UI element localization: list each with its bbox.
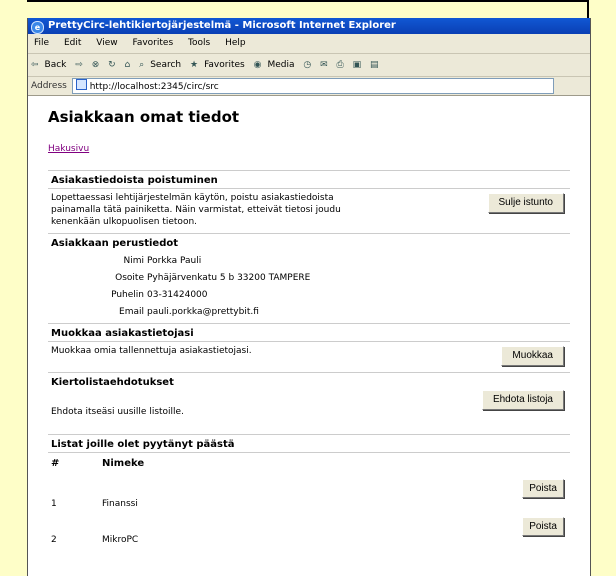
frame-right-line: [587, 0, 589, 18]
logout-section: Asiakastiedoista poistuminen Lopettaessa…: [48, 170, 570, 233]
search-icon[interactable]: ⌕: [136, 60, 147, 70]
address-url: http://localhost:2345/circ/src: [89, 81, 219, 92]
address-bar: Address http://localhost:2345/circ/src: [28, 77, 590, 96]
suggest-button[interactable]: Ehdota listoja: [481, 390, 564, 410]
logout-button[interactable]: Sulje istunto: [487, 193, 564, 213]
phone-label: Puhelin: [111, 290, 144, 300]
edit-heading: Muokkaa asiakastietojasi: [48, 324, 570, 342]
edit-page-icon[interactable]: ▣: [350, 60, 365, 70]
window-title: PrettyCirc-lehtikiertojärjestelmä - Micr…: [48, 20, 396, 31]
back-button[interactable]: Back: [42, 60, 70, 70]
frame-top-line: [27, 0, 589, 2]
menu-edit[interactable]: Edit: [58, 38, 87, 48]
suggest-heading: Kiertolistaehdotukset: [51, 377, 174, 388]
favorites-button[interactable]: Favorites: [201, 60, 248, 70]
page-title: Asiakkaan omat tiedot: [48, 108, 240, 126]
page-content: Asiakkaan omat tiedot Hakusivu Asiakasti…: [28, 96, 590, 545]
col-action-header: [328, 453, 570, 473]
home-icon[interactable]: ⌂: [122, 60, 134, 70]
menu-help[interactable]: Help: [219, 38, 252, 48]
address-label: Address: [31, 81, 67, 91]
info-row-address: Osoite Pyhäjärvenkatu 5 b 33200 TAMPERE: [48, 270, 570, 287]
basic-info-heading: Asiakkaan perustiedot: [51, 238, 179, 249]
stop-icon[interactable]: ⊗: [89, 60, 103, 70]
row-name: MikroPC: [102, 535, 139, 545]
table-row: 2 MikroPC Poista: [48, 513, 570, 545]
media-button[interactable]: Media: [264, 60, 297, 70]
forward-arrow-icon[interactable]: ⇨: [72, 60, 86, 70]
menu-bar: File Edit View Favorites Tools Help: [28, 34, 590, 54]
name-value: Porkka Pauli: [147, 256, 202, 266]
page-icon: [75, 78, 87, 90]
menu-view[interactable]: View: [90, 38, 123, 48]
logout-text: Lopettaessasi lehtijärjestelmän käytön, …: [51, 193, 341, 227]
ie-logo-icon: e: [31, 21, 44, 34]
basic-info-section: Asiakkaan perustiedot Nimi Porkka Pauli O…: [48, 233, 570, 321]
logout-heading: Asiakastiedoista poistuminen: [48, 171, 570, 189]
remove-button[interactable]: Poista: [522, 517, 564, 536]
info-row-name: Nimi Porkka Pauli: [48, 253, 570, 270]
row-number: 1: [51, 499, 57, 509]
back-arrow-icon[interactable]: ⇦: [28, 60, 42, 70]
menu-tools[interactable]: Tools: [182, 38, 216, 48]
basic-info-list: Nimi Porkka Pauli Osoite Pyhäjärvenkatu 5 …: [48, 251, 570, 321]
info-row-phone: Puhelin 03-31424000: [48, 287, 570, 304]
media-icon[interactable]: ◉: [251, 60, 265, 70]
browser-window: e PrettyCirc-lehtikiertojärjestelmä - Mic…: [27, 18, 591, 576]
search-page-link[interactable]: Hakusivu: [48, 144, 570, 158]
lists-section: Listat joille olet pyytänyt päästä # Nim…: [48, 434, 570, 545]
lists-table: # Nimeke 1 Finanssi Poista 2 MikroPC Poi…: [48, 453, 570, 545]
suggest-row: Ehdota itseäsi uusille listoille. Ehdota…: [48, 390, 570, 430]
logout-row: Lopettaessasi lehtijärjestelmän käytön, …: [48, 189, 570, 233]
history-icon[interactable]: ◷: [300, 60, 314, 70]
lists-heading: Listat joille olet pyytänyt päästä: [48, 435, 570, 453]
name-label: Nimi: [123, 256, 144, 266]
suggest-text: Ehdota itseäsi uusille listoille.: [51, 407, 184, 417]
edit-button[interactable]: Muokkaa: [501, 346, 564, 366]
remove-button[interactable]: Poista: [522, 479, 564, 498]
address-input[interactable]: http://localhost:2345/circ/src: [71, 77, 554, 94]
address-field-value: Pyhäjärvenkatu 5 b 33200 TAMPERE: [147, 273, 311, 283]
menu-favorites[interactable]: Favorites: [126, 38, 179, 48]
edit-section: Muokkaa asiakastietojasi Muokkaa omia ta…: [48, 323, 570, 372]
toolbar: ⇦ Back ⇨ ⊗ ↻ ⌂ ⌕ Search ★ Favorites ◉ Media …: [28, 54, 590, 77]
row-number: 2: [51, 535, 57, 545]
table-row: 1 Finanssi Poista: [48, 473, 570, 513]
mail-icon[interactable]: ✉: [317, 60, 331, 70]
address-field-label: Osoite: [115, 273, 144, 283]
phone-value: 03-31424000: [147, 290, 208, 300]
refresh-icon[interactable]: ↻: [105, 60, 119, 70]
print-icon[interactable]: ⎙: [334, 60, 347, 70]
row-name: Finanssi: [102, 499, 138, 509]
col-number-header: #: [51, 457, 60, 469]
favorites-icon[interactable]: ★: [187, 60, 201, 70]
discuss-icon[interactable]: ▤: [367, 60, 382, 70]
info-row-email: Email pauli.porkka@prettybit.fi: [48, 304, 570, 321]
suggest-section: Kiertolistaehdotukset Ehdota itseäsi uus…: [48, 372, 570, 430]
lists-header-row: # Nimeke: [48, 453, 570, 473]
title-bar: e PrettyCirc-lehtikiertojärjestelmä - Mic…: [28, 18, 590, 34]
email-label: Email: [119, 307, 144, 317]
edit-text: Muokkaa omia tallennettuja asiakastietoj…: [51, 346, 252, 356]
menu-file[interactable]: File: [28, 38, 55, 48]
search-button[interactable]: Search: [147, 60, 184, 70]
email-value: pauli.porkka@prettybit.fi: [147, 307, 259, 317]
edit-row: Muokkaa omia tallennettuja asiakastietoj…: [48, 342, 570, 372]
col-name-header: Nimeke: [102, 457, 145, 469]
